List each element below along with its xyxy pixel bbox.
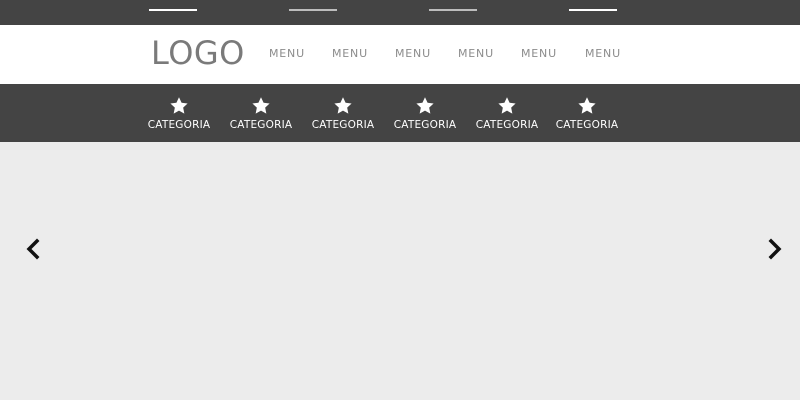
top-indicator-line: [289, 9, 337, 11]
star-icon: [498, 97, 516, 114]
menu-item-6[interactable]: MENU: [585, 47, 621, 61]
chevron-left-icon: [26, 238, 40, 260]
star-icon: [334, 97, 352, 114]
category-label: CATEGORIA: [147, 119, 211, 131]
top-indicator-line: [149, 9, 197, 11]
logo[interactable]: LOGO: [151, 35, 245, 71]
category-item-4[interactable]: CATEGORIA: [385, 84, 465, 142]
category-label: CATEGORIA: [555, 119, 619, 131]
category-bar: CATEGORIA CATEGORIA CATEGORIA CATEGORIA …: [0, 84, 800, 142]
menu-item-1[interactable]: MENU: [269, 47, 305, 61]
chevron-right-icon: [768, 238, 782, 260]
menu-item-3[interactable]: MENU: [395, 47, 431, 61]
top-indicator-line: [569, 9, 617, 11]
category-item-2[interactable]: CATEGORIA: [221, 84, 301, 142]
star-icon: [416, 97, 434, 114]
slider-next-button[interactable]: [765, 237, 785, 261]
category-item-5[interactable]: CATEGORIA: [467, 84, 547, 142]
category-item-3[interactable]: CATEGORIA: [303, 84, 383, 142]
category-item-1[interactable]: CATEGORIA: [139, 84, 219, 142]
category-label: CATEGORIA: [311, 119, 375, 131]
category-label: CATEGORIA: [393, 119, 457, 131]
top-indicator-line: [429, 9, 477, 11]
menu-item-5[interactable]: MENU: [521, 47, 557, 61]
category-item-6[interactable]: CATEGORIA: [547, 84, 627, 142]
top-bar: [0, 0, 800, 25]
category-label: CATEGORIA: [229, 119, 293, 131]
slider-prev-button[interactable]: [23, 237, 43, 261]
star-icon: [170, 97, 188, 114]
star-icon: [252, 97, 270, 114]
image-slider: [0, 142, 800, 400]
category-label: CATEGORIA: [475, 119, 539, 131]
header: LOGO MENU MENU MENU MENU MENU MENU: [0, 25, 800, 84]
menu-item-2[interactable]: MENU: [332, 47, 368, 61]
star-icon: [578, 97, 596, 114]
menu-item-4[interactable]: MENU: [458, 47, 494, 61]
